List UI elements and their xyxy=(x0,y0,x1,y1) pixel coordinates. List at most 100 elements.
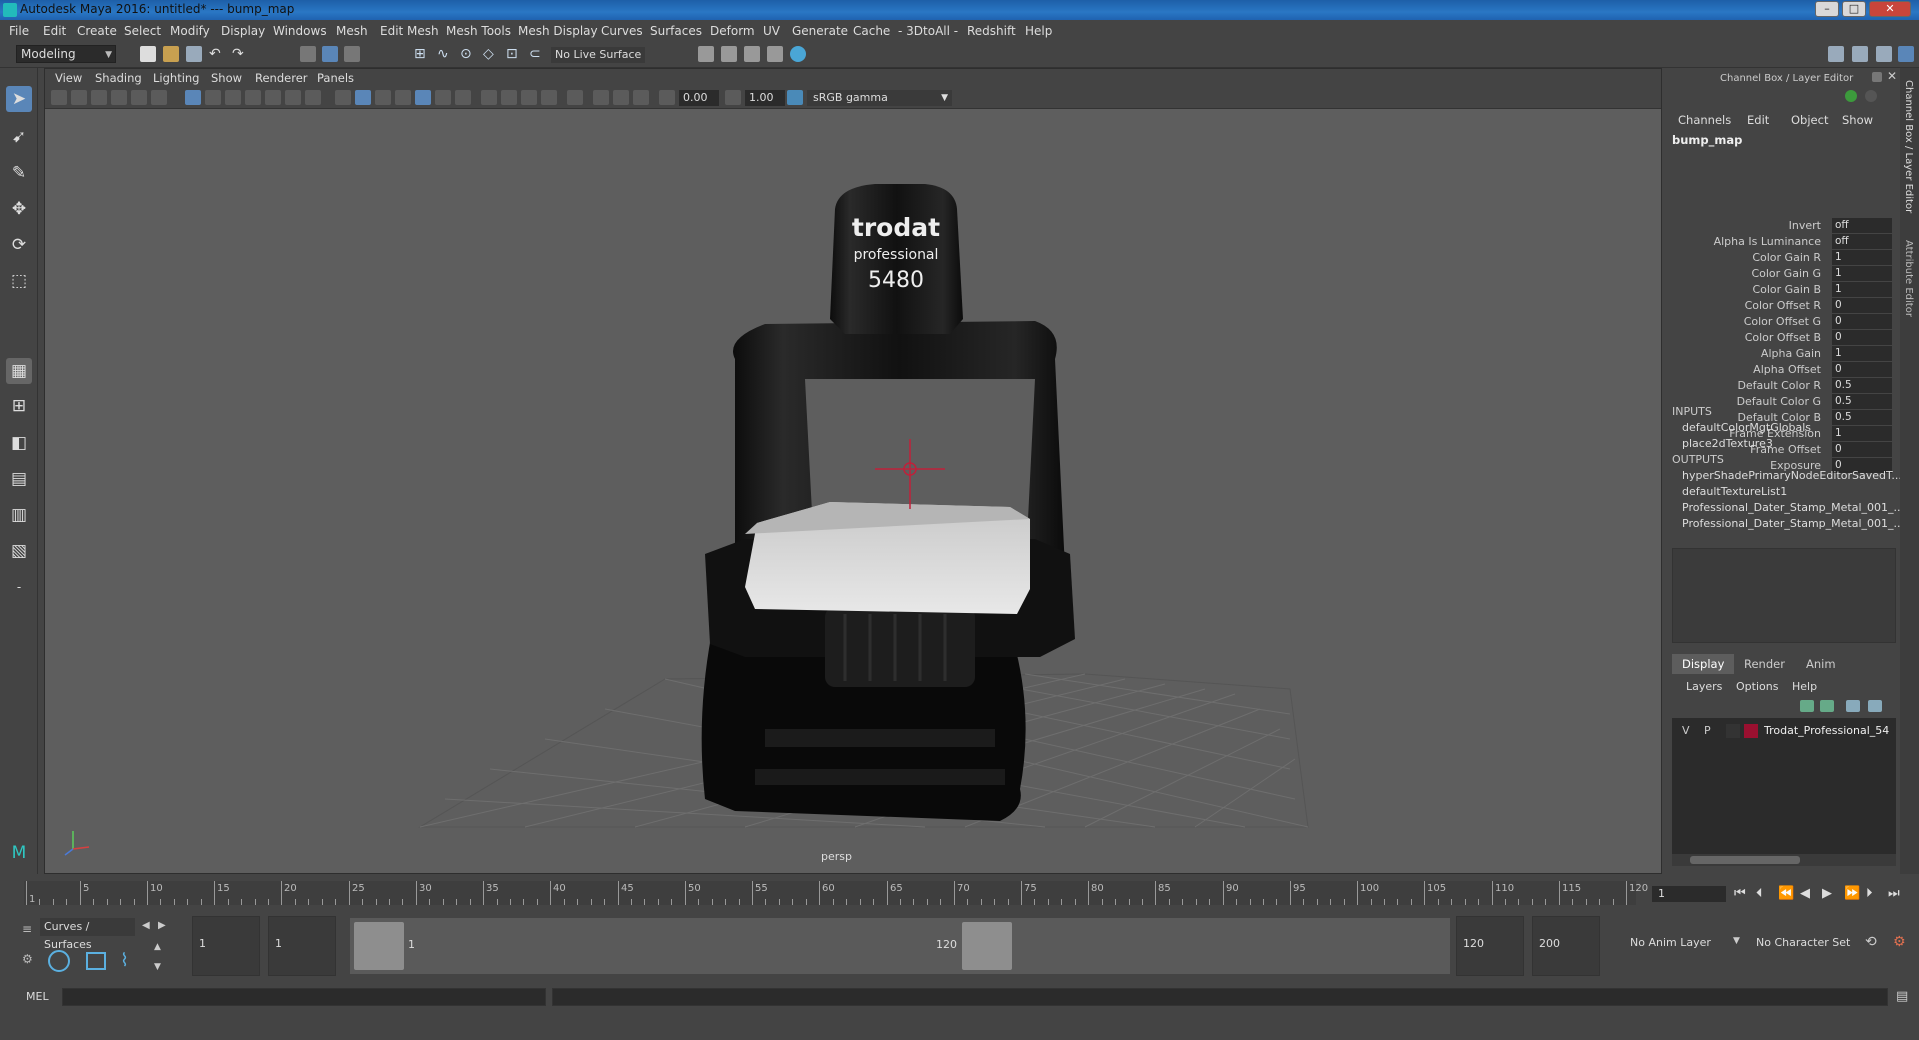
shelf-scroll-up-icon[interactable]: ▲ xyxy=(154,942,161,952)
attribute-row[interactable]: Alpha Offset 0 xyxy=(1668,362,1896,378)
multisample-aa-icon[interactable] xyxy=(521,90,537,105)
menu-select[interactable]: Select xyxy=(124,24,161,38)
anim-prefs-icon[interactable]: ⚙ xyxy=(1893,934,1906,950)
menu-toggle-icon[interactable]: ≡ xyxy=(22,922,32,936)
layer-row[interactable]: V P Trodat_Professional_5480 xyxy=(1678,722,1890,740)
snap-curve-icon[interactable]: ∿ xyxy=(437,46,453,62)
side-tab-channel-box[interactable]: Channel Box / Layer Editor xyxy=(1903,80,1914,213)
attribute-value-field[interactable]: 1 xyxy=(1832,346,1892,361)
settings-gear-icon[interactable]: ⚙ xyxy=(22,952,33,966)
attribute-row[interactable]: Color Gain G 1 xyxy=(1668,266,1896,282)
tab-anim[interactable]: Anim xyxy=(1796,654,1846,674)
move-layer-down-icon[interactable] xyxy=(1820,700,1834,712)
attribute-value-field[interactable]: 0 xyxy=(1832,314,1892,329)
layer-list-scrollbar[interactable] xyxy=(1672,854,1896,866)
mel-label[interactable]: MEL xyxy=(26,990,49,1003)
new-layer-icon[interactable] xyxy=(1846,700,1860,712)
depth-of-field-icon[interactable] xyxy=(541,90,557,105)
motion-blur-icon[interactable] xyxy=(501,90,517,105)
attribute-value-field[interactable]: off xyxy=(1832,218,1892,233)
nurbs-circle-icon[interactable] xyxy=(48,950,70,972)
gate-mask-icon[interactable] xyxy=(245,90,261,105)
lock-channel-icon[interactable] xyxy=(1845,90,1857,102)
new-layer-selected-icon[interactable] xyxy=(1868,700,1882,712)
vp-menu-lighting[interactable]: Lighting xyxy=(153,71,199,85)
layer-name[interactable]: Trodat_Professional_5480 xyxy=(1764,724,1890,737)
step-forward-key-icon[interactable]: ⏩ xyxy=(1844,886,1860,901)
attribute-row[interactable]: Color Offset G 0 xyxy=(1668,314,1896,330)
attribute-row[interactable]: Invert off xyxy=(1668,218,1896,234)
close-button[interactable]: ✕ xyxy=(1869,1,1911,17)
attribute-value-field[interactable]: 0 xyxy=(1832,330,1892,345)
menu-create[interactable]: Create xyxy=(77,24,117,38)
camera-icon[interactable] xyxy=(51,90,67,105)
menu-mesh[interactable]: Mesh xyxy=(336,24,368,38)
vp-menu-show[interactable]: Show xyxy=(211,71,242,85)
le-menu-options[interactable]: Options xyxy=(1736,680,1778,693)
command-input[interactable] xyxy=(62,988,546,1006)
vp-menu-shading[interactable]: Shading xyxy=(95,71,142,85)
scrollbar-thumb[interactable] xyxy=(1690,856,1800,864)
le-menu-help[interactable]: Help xyxy=(1792,680,1817,693)
menu-cache[interactable]: Cache xyxy=(853,24,890,38)
camera-attributes-icon[interactable] xyxy=(71,90,87,105)
playback-end-field[interactable]: 120 xyxy=(1456,916,1524,976)
render-view-icon[interactable] xyxy=(721,46,737,62)
close-panel-icon[interactable]: ✕ xyxy=(1887,69,1897,83)
gamma-field[interactable]: 1.00 xyxy=(745,90,785,106)
float-panel-icon[interactable] xyxy=(1872,72,1882,82)
rotate-tool-icon[interactable]: ⟳ xyxy=(6,232,32,258)
go-to-start-icon[interactable]: ⏮ xyxy=(1734,886,1746,901)
exposure-field[interactable]: 0.00 xyxy=(679,90,719,106)
step-forward-frame-icon[interactable]: ⏵ xyxy=(1866,886,1873,901)
wireframe-icon[interactable] xyxy=(335,90,351,105)
menu-mesh-tools[interactable]: Mesh Tools xyxy=(446,24,511,38)
resolution-gate-icon[interactable] xyxy=(225,90,241,105)
view-transform-dropdown[interactable]: sRGB gamma ▼ xyxy=(807,90,952,106)
save-scene-icon[interactable] xyxy=(186,46,202,62)
select-component-icon[interactable] xyxy=(344,46,360,62)
attribute-value-field[interactable]: 0 xyxy=(1832,442,1892,457)
vp-menu-view[interactable]: View xyxy=(55,71,82,85)
menu-mesh-display[interactable]: Mesh Display xyxy=(518,24,598,38)
xray-joints-icon[interactable] xyxy=(613,90,629,105)
input-item[interactable]: defaultColorMgtGlobals xyxy=(1682,421,1811,434)
range-end-handle[interactable] xyxy=(962,922,1012,970)
output-item[interactable]: defaultTextureList1 xyxy=(1682,485,1787,498)
menu-surfaces[interactable]: Surfaces xyxy=(650,24,702,38)
attribute-value-field[interactable]: 1 xyxy=(1832,426,1892,441)
menu-display[interactable]: Display xyxy=(221,24,265,38)
unlock-channel-icon[interactable] xyxy=(1865,90,1877,102)
four-view-layout-icon[interactable]: ⊞ xyxy=(6,393,32,419)
nurbs-square-icon[interactable] xyxy=(86,952,106,970)
range-start-handle[interactable] xyxy=(354,922,404,970)
attribute-row[interactable]: Alpha Is Luminance off xyxy=(1668,234,1896,250)
ipr-render-icon[interactable] xyxy=(744,46,760,62)
cb-menu-channels[interactable]: Channels xyxy=(1678,113,1731,127)
menu-modify[interactable]: Modify xyxy=(170,24,210,38)
character-set-dropdown[interactable]: No Character Set xyxy=(1750,916,1870,976)
move-tool-icon[interactable]: ✥ xyxy=(6,196,32,222)
attribute-row[interactable]: Color Offset R 0 xyxy=(1668,298,1896,314)
cb-menu-show[interactable]: Show xyxy=(1842,113,1873,127)
live-surface-field[interactable]: No Live Surface xyxy=(551,47,646,63)
hypershade-icon[interactable] xyxy=(767,46,783,62)
safe-action-icon[interactable] xyxy=(285,90,301,105)
attribute-row[interactable]: Color Gain R 1 xyxy=(1668,250,1896,266)
ep-curve-tool-icon[interactable]: ⌇ xyxy=(120,950,129,971)
persp-outliner-layout-icon[interactable]: ◧ xyxy=(6,430,32,456)
exposure-icon[interactable] xyxy=(659,90,675,105)
maximize-button[interactable]: □ xyxy=(1842,1,1866,17)
step-back-frame-icon[interactable]: ⏴ xyxy=(1756,886,1763,901)
menu-edit-mesh[interactable]: Edit Mesh xyxy=(380,24,439,38)
minimize-button[interactable]: – xyxy=(1815,1,1839,17)
mode-dropdown[interactable]: Modeling ▼ xyxy=(16,45,116,63)
scale-tool-icon[interactable]: ⬚ xyxy=(6,268,32,294)
attribute-value-field[interactable]: 1 xyxy=(1832,266,1892,281)
layer-playback-toggle[interactable]: P xyxy=(1704,724,1711,737)
current-frame-field[interactable]: 1 xyxy=(1652,886,1726,902)
shelf-tab-curves-surfaces[interactable]: Curves / Surfaces xyxy=(40,918,135,951)
paint-select-tool-icon[interactable]: ✎ xyxy=(6,160,32,186)
snap-surface-icon[interactable]: ⊡ xyxy=(506,46,522,62)
layout-icon[interactable] xyxy=(1828,46,1844,62)
